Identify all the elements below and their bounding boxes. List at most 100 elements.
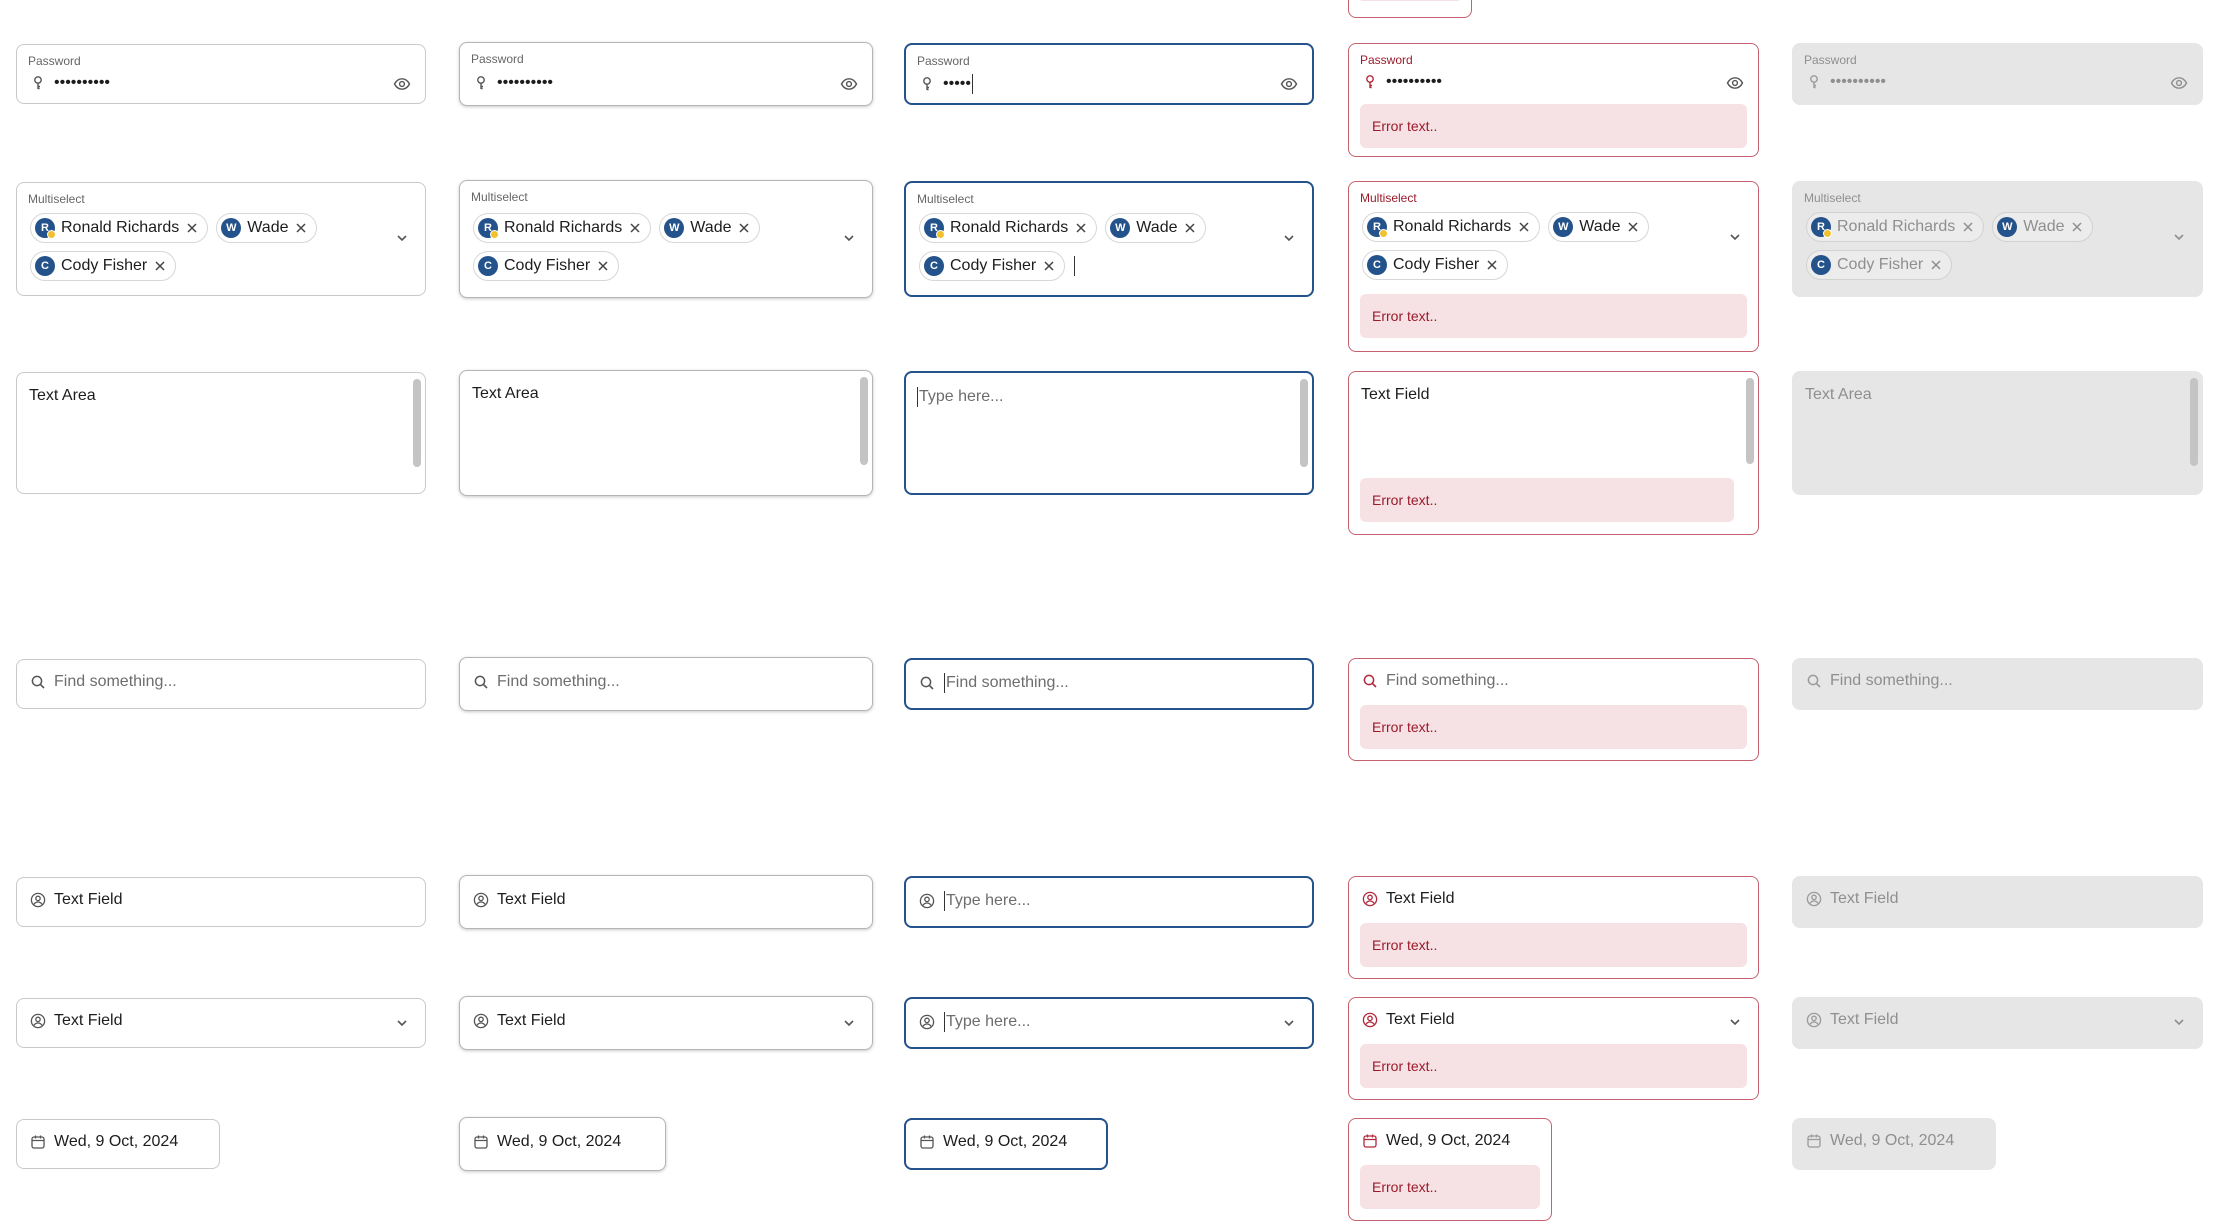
dropdown-field-focused[interactable]: Type here... bbox=[904, 997, 1314, 1049]
password-value: •••••••••• bbox=[1830, 73, 1887, 90]
chip-wade[interactable]: W Wade bbox=[216, 213, 318, 243]
multiselect-focused[interactable]: Multiselect R Ronald Richards W Wade C Cody… bbox=[904, 181, 1314, 297]
eye-icon[interactable] bbox=[393, 75, 411, 93]
search-field-default[interactable]: Find something... bbox=[16, 659, 426, 709]
search-field-focused[interactable]: Find something... bbox=[904, 658, 1314, 710]
multiselect-disabled: Multiselect R Ronald Richards W Wade C Cody… bbox=[1792, 181, 2203, 297]
textarea-error[interactable]: Text Field Error text.. bbox=[1348, 371, 1759, 535]
date-field-focused[interactable]: Wed, 9 Oct, 2024 bbox=[904, 1118, 1108, 1170]
chip-ronald-richards[interactable]: R Ronald Richards bbox=[1362, 212, 1541, 242]
chip-ronald-richards[interactable]: R Ronald Richards bbox=[919, 213, 1098, 243]
close-icon[interactable] bbox=[1517, 220, 1531, 234]
chevron-down-icon[interactable] bbox=[1280, 1014, 1298, 1032]
text-cursor bbox=[944, 1012, 945, 1032]
dropdown-field-hover[interactable]: Text Field bbox=[459, 996, 873, 1050]
avatar: R bbox=[35, 218, 56, 239]
user-circle-icon bbox=[919, 1014, 935, 1030]
calendar-icon bbox=[30, 1134, 46, 1150]
chip-ronald-richards[interactable]: R Ronald Richards bbox=[30, 213, 209, 243]
dropdown-value: Text Field bbox=[1386, 1011, 1455, 1028]
chevron-down-icon[interactable] bbox=[393, 229, 411, 247]
password-field-focused[interactable]: Password ••••• bbox=[904, 43, 1314, 105]
close-icon[interactable] bbox=[1074, 221, 1088, 235]
close-icon[interactable] bbox=[153, 259, 167, 273]
chevron-down-icon bbox=[2170, 1013, 2188, 1031]
password-value: •••••••••• bbox=[497, 74, 554, 91]
multiselect-hover[interactable]: Multiselect R Ronald Richards W Wade C Cody… bbox=[459, 180, 873, 298]
chip-wade[interactable]: W Wade bbox=[1105, 213, 1207, 243]
text-field-default[interactable]: Text Field bbox=[16, 877, 426, 927]
password-field-hover[interactable]: Password •••••••••• bbox=[459, 42, 873, 106]
search-icon bbox=[30, 674, 46, 690]
avatar: R bbox=[1811, 217, 1832, 238]
chip-label: Cody Fisher bbox=[1393, 256, 1480, 273]
error-field-top-edge bbox=[1348, 0, 1472, 18]
multiselect-default[interactable]: Multiselect R Ronald Richards W Wade C Cody… bbox=[16, 182, 426, 296]
date-field-default[interactable]: Wed, 9 Oct, 2024 bbox=[16, 1119, 220, 1169]
password-field-default[interactable]: Password •••••••••• bbox=[16, 44, 426, 104]
multiselect-label: Multiselect bbox=[917, 192, 974, 206]
chevron-down-icon[interactable] bbox=[393, 1014, 411, 1032]
dropdown-value: Text Field bbox=[497, 1012, 566, 1029]
chevron-down-icon[interactable] bbox=[840, 1014, 858, 1032]
search-icon bbox=[919, 675, 935, 691]
scrollbar[interactable] bbox=[413, 379, 421, 467]
text-field-hover[interactable]: Text Field bbox=[459, 875, 873, 929]
eye-icon bbox=[2170, 74, 2188, 92]
close-icon bbox=[1961, 220, 1975, 234]
multiselect-error[interactable]: Multiselect R Ronald Richards W Wade C Cody… bbox=[1348, 181, 1759, 352]
dropdown-field-error[interactable]: Text Field Error text.. bbox=[1348, 997, 1759, 1100]
search-field-hover[interactable]: Find something... bbox=[459, 657, 873, 711]
close-icon[interactable] bbox=[1485, 258, 1499, 272]
chevron-down-icon[interactable] bbox=[1726, 1013, 1744, 1031]
close-icon[interactable] bbox=[1626, 220, 1640, 234]
chip-wade[interactable]: W Wade bbox=[1548, 212, 1650, 242]
close-icon[interactable] bbox=[1042, 259, 1056, 273]
date-field-error[interactable]: Wed, 9 Oct, 2024 Error text.. bbox=[1348, 1118, 1552, 1221]
text-field-focused[interactable]: Type here... bbox=[904, 876, 1314, 928]
close-icon[interactable] bbox=[596, 259, 610, 273]
chevron-down-icon[interactable] bbox=[840, 229, 858, 247]
eye-icon[interactable] bbox=[1280, 75, 1298, 93]
chevron-down-icon[interactable] bbox=[1726, 228, 1744, 246]
scrollbar[interactable] bbox=[860, 377, 868, 465]
error-message: Error text.. bbox=[1360, 923, 1747, 967]
chip-cody-fisher[interactable]: C Cody Fisher bbox=[473, 251, 620, 281]
error-message: Error text.. bbox=[1360, 1165, 1540, 1209]
chip-ronald-richards[interactable]: R Ronald Richards bbox=[473, 213, 652, 243]
text-field-error[interactable]: Text Field Error text.. bbox=[1348, 876, 1759, 979]
search-field-error[interactable]: Find something... Error text.. bbox=[1348, 658, 1759, 761]
chevron-down-icon[interactable] bbox=[1280, 229, 1298, 247]
avatar: W bbox=[221, 218, 242, 238]
error-message: Error text.. bbox=[1360, 294, 1747, 338]
scrollbar[interactable] bbox=[1746, 378, 1754, 464]
close-icon[interactable] bbox=[185, 221, 199, 235]
chip-cody-fisher[interactable]: C Cody Fisher bbox=[919, 251, 1066, 281]
user-circle-icon bbox=[30, 892, 46, 908]
avatar: C bbox=[924, 256, 944, 276]
key-icon bbox=[1806, 74, 1822, 90]
dropdown-field-default[interactable]: Text Field bbox=[16, 998, 426, 1048]
textarea-focused[interactable]: Type here... bbox=[904, 371, 1314, 495]
textarea-default[interactable]: Text Area bbox=[16, 372, 426, 494]
chip-cody-fisher[interactable]: C Cody Fisher bbox=[30, 251, 177, 281]
close-icon[interactable] bbox=[737, 221, 751, 235]
date-field-hover[interactable]: Wed, 9 Oct, 2024 bbox=[459, 1117, 666, 1171]
scrollbar[interactable] bbox=[1300, 379, 1308, 467]
dropdown-value: Text Field bbox=[54, 1012, 123, 1029]
password-field-error[interactable]: Password •••••••••• Error text.. bbox=[1348, 43, 1759, 157]
calendar-icon bbox=[473, 1134, 489, 1150]
chip-cody-fisher[interactable]: C Cody Fisher bbox=[1362, 250, 1509, 280]
textarea-hover[interactable]: Text Area bbox=[459, 370, 873, 496]
close-icon[interactable] bbox=[294, 221, 308, 235]
multiselect-label: Multiselect bbox=[28, 192, 85, 206]
eye-icon[interactable] bbox=[1726, 74, 1744, 92]
close-icon[interactable] bbox=[1183, 221, 1197, 235]
password-label: Password bbox=[471, 52, 524, 66]
user-circle-icon bbox=[1806, 891, 1822, 907]
close-icon[interactable] bbox=[628, 221, 642, 235]
date-value: Wed, 9 Oct, 2024 bbox=[1830, 1132, 1955, 1149]
chip-wade[interactable]: W Wade bbox=[659, 213, 761, 243]
eye-icon[interactable] bbox=[840, 75, 858, 93]
search-icon bbox=[1362, 673, 1378, 689]
